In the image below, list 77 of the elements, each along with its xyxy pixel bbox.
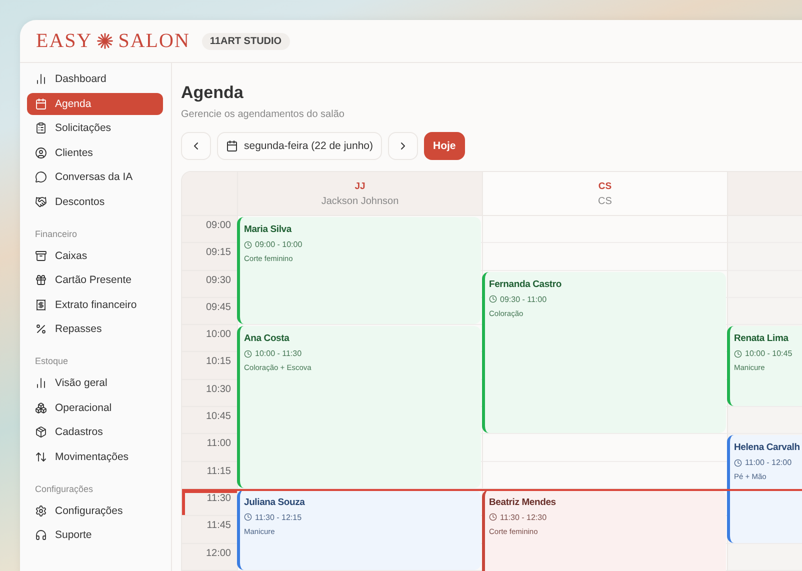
client-name: Maria Silva <box>244 224 293 235</box>
calendar-icon <box>226 140 238 152</box>
section-heading: Financeiro <box>34 228 78 240</box>
time-label: 11:30 <box>182 488 237 516</box>
sidebar-item[interactable]: Descontos <box>27 190 163 212</box>
time-label: 09:45 <box>182 298 237 326</box>
time-label: 09:15 <box>182 243 237 271</box>
logo: EASY SALON <box>36 30 190 52</box>
clock-icon <box>244 240 252 248</box>
sidebar-item[interactable]: Suporte <box>27 524 163 546</box>
date-picker-button[interactable]: segunda-feira (22 de junho) <box>217 132 382 160</box>
professional-name: CS <box>598 196 612 206</box>
professional-initials: JJ <box>354 180 366 192</box>
time-label: 10:15 <box>182 352 237 380</box>
sidebar-item[interactable]: Dashboard <box>27 68 163 90</box>
calendar-icon <box>35 98 47 110</box>
time-label: 11:00 <box>182 434 237 462</box>
time-label: 10:30 <box>182 380 237 408</box>
studio-badge: 11ART STUDIO <box>202 32 290 50</box>
appointment-time: 10:00 - 11:30 <box>244 349 477 358</box>
sidebar-item[interactable]: Cadastros <box>27 421 163 443</box>
page-title: Agenda <box>181 83 244 103</box>
professional-name: Jackson Johnson <box>321 196 399 206</box>
today-button[interactable]: Hoje <box>424 132 465 160</box>
arrows-icon <box>35 450 47 462</box>
time-label: 11:15 <box>182 462 237 489</box>
next-day-button[interactable] <box>388 132 418 160</box>
handshake-icon <box>35 196 47 208</box>
percent-icon <box>35 323 47 335</box>
clock-icon <box>489 295 497 304</box>
clock-icon <box>489 513 497 522</box>
package-icon <box>35 426 47 438</box>
chat-bubble-icon <box>35 171 47 183</box>
time-label: 11:45 <box>182 516 237 544</box>
time-label: 10:45 <box>182 407 237 434</box>
user-circle-icon <box>35 146 47 158</box>
time-label: 12:00 <box>182 544 237 571</box>
clock-icon <box>244 350 252 358</box>
sidebar-item[interactable]: Solicitações <box>27 117 163 139</box>
clock-icon <box>244 513 252 522</box>
settings-icon <box>35 504 47 516</box>
previous-day-button[interactable] <box>181 132 211 160</box>
sidebar-item[interactable]: Visão geral <box>27 372 163 394</box>
client-name: Beatriz Mendes <box>489 496 557 508</box>
sidebar-item[interactable]: Repasses <box>27 318 163 340</box>
gift-icon <box>35 274 47 286</box>
headphones-icon <box>35 529 47 541</box>
sidebar-item[interactable]: Operacional <box>27 396 163 418</box>
client-name: Fernanda Castro <box>489 278 562 290</box>
section-heading: Configurações <box>34 482 94 496</box>
page-subtitle: Gerencie os agendamentos do salão <box>181 109 346 120</box>
chart-icon <box>35 377 47 389</box>
time-label: 10:00 <box>182 325 237 352</box>
sidebar-item[interactable]: Movimentações <box>27 446 163 468</box>
boxes-icon <box>35 402 47 414</box>
appointment-time: 11:30 - 12:30 <box>489 512 722 522</box>
professional-initials: CS <box>598 180 612 192</box>
sidebar-item[interactable]: Extrato financeiro <box>27 294 163 316</box>
client-name: Juliana Souza <box>244 496 306 508</box>
sidebar-item[interactable]: Caixas <box>27 244 163 266</box>
appointment-time: 11:30 - 12:15 <box>244 512 477 522</box>
section-heading: Estoque <box>34 355 70 368</box>
flower-icon <box>96 32 114 50</box>
clipboard-icon <box>35 122 47 134</box>
sidebar-item[interactable]: Configurações <box>27 500 163 522</box>
client-name: Ana Costa <box>244 333 290 344</box>
sidebar-item[interactable]: Agenda <box>27 92 163 114</box>
archive-icon <box>35 250 47 262</box>
appointment-time: 09:00 - 10:00 <box>244 240 477 249</box>
sidebar-item[interactable]: Conversas da IA <box>27 166 163 188</box>
sidebar-item[interactable]: Cartão Presente <box>27 269 163 291</box>
sidebar-item[interactable]: Clientes <box>27 142 163 164</box>
time-label: 09:30 <box>182 270 237 298</box>
receipt-icon <box>35 298 47 310</box>
appointment-time: 09:30 - 11:00 <box>489 294 722 304</box>
time-label: 09:00 <box>182 216 237 244</box>
chart-icon <box>35 73 47 85</box>
